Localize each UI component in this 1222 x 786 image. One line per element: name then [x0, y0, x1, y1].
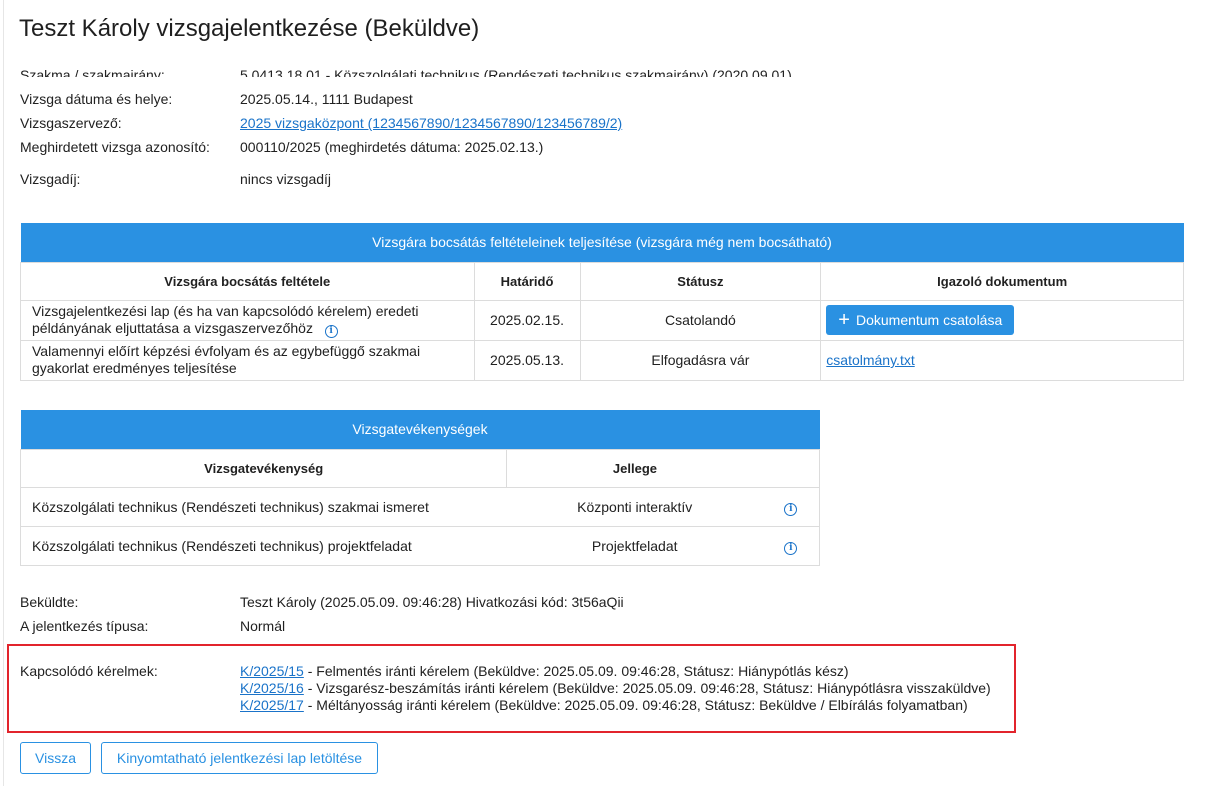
request-text: - Felmentés iránti kérelem (Beküldve: 20…	[303, 663, 849, 679]
plus-icon: +	[838, 309, 850, 331]
column-header: Jellege	[506, 448, 763, 488]
request-line: K/2025/17 - Méltányosság iránti kérelem …	[240, 697, 968, 713]
info-label: Kapcsolódó kérelmek:	[20, 663, 158, 679]
page-title: Teszt Károly vizsgajelentkezése (Beküldv…	[19, 15, 480, 42]
info-label: Szakma / szakmairány:	[20, 67, 165, 77]
activity-name: Közszolgálati technikus (Rendészeti tech…	[19, 525, 507, 566]
column-header-empty	[762, 448, 820, 488]
activities-table-wrap: Vizsgatevékenységek Vizsgatevékenység Je…	[19, 410, 820, 566]
document-cell: csatolmány.txt	[820, 339, 1184, 381]
deadline-cell: 2025.02.15.	[473, 299, 581, 341]
left-border	[3, 0, 4, 786]
conditions-title: Vizsgára bocsátás feltételeinek teljesít…	[20, 223, 1184, 262]
activities-table: Vizsgatevékenységek Vizsgatevékenység Je…	[19, 410, 820, 566]
request-text: - Vizsgarész-beszámítás iránti kérelem (…	[303, 680, 991, 696]
condition-text: gyakorlat eredményes teljesítése	[32, 360, 237, 376]
condition-text: példányának eljuttatása a vizsgaszervező…	[32, 319, 313, 336]
info-label: Meghirdetett vizsga azonosító:	[20, 139, 210, 155]
info-icon[interactable]: i	[324, 324, 338, 338]
info-icon[interactable]: i	[784, 541, 798, 555]
request-link[interactable]: K/2025/15	[240, 663, 304, 679]
status-cell: Elfogadásra vár	[579, 339, 822, 381]
info-label: Vizsgaszervező:	[20, 115, 122, 131]
info-label: Beküldte:	[20, 594, 79, 610]
table-row: Valamennyi előírt képzési évfolyam és az…	[20, 339, 1184, 381]
back-button[interactable]: Vissza	[20, 742, 91, 774]
info-cell: i	[762, 486, 820, 527]
info-label: A jelentkezés típusa:	[20, 618, 149, 634]
info-value: Teszt Károly (2025.05.09. 09:46:28) Hiva…	[240, 594, 624, 610]
condition-cell: Vizsgajelentkezési lap (és ha van kapcso…	[20, 299, 475, 341]
info-icon[interactable]: i	[784, 502, 798, 516]
attach-document-button[interactable]: + Dokumentum csatolása	[826, 305, 1015, 335]
deadline-cell: 2025.05.13.	[473, 339, 581, 381]
info-value: 000110/2025 (meghirdetés dátuma: 2025.02…	[240, 139, 544, 155]
activity-type: Központi interaktív	[506, 486, 763, 527]
column-header: Határidő	[473, 261, 581, 301]
attachment-link[interactable]: csatolmány.txt	[826, 352, 914, 368]
info-value: 5 0413 18 01 - Közszolgálati technikus (…	[240, 67, 792, 77]
info-row-szakma: Szakma / szakmairány: 5 0413 18 01 - Köz…	[20, 67, 1020, 77]
header-mask	[4, 54, 1222, 62]
status-cell: Csatolandó	[579, 299, 822, 341]
activities-title: Vizsgatevékenységek	[20, 410, 820, 449]
column-header: Vizsgára bocsátás feltétele	[20, 261, 475, 301]
request-link[interactable]: K/2025/16	[240, 680, 304, 696]
activity-name: Közszolgálati technikus (Rendészeti tech…	[19, 486, 507, 527]
info-value: Normál	[240, 618, 286, 634]
document-cell: + Dokumentum csatolása	[820, 299, 1184, 341]
info-value: nincs vizsgadíj	[240, 171, 332, 187]
column-header: Igazoló dokumentum	[820, 261, 1184, 301]
condition-text: Valamennyi előírt képzési évfolyam és az…	[32, 343, 421, 359]
request-line: K/2025/15 - Felmentés iránti kérelem (Be…	[240, 663, 849, 679]
condition-cell: Valamennyi előírt képzési évfolyam és az…	[20, 339, 475, 381]
request-text: - Méltányosság iránti kérelem (Beküldve:…	[303, 697, 968, 713]
table-row: Közszolgálati technikus (Rendészeti tech…	[19, 486, 820, 527]
info-value: 2025.05.14., 1111 Budapest	[240, 91, 413, 107]
condition-text-line2: példányának eljuttatása a vizsgaszervező…	[32, 320, 474, 338]
organizer-link[interactable]: 2025 vizsgaközpont (1234567890/123456789…	[240, 115, 622, 131]
column-header: Vizsgatevékenység	[19, 448, 508, 488]
conditions-table: Vizsgára bocsátás feltételeinek teljesít…	[20, 223, 1184, 381]
activity-type: Projektfeladat	[506, 525, 763, 566]
attach-document-label: Dokumentum csatolása	[855, 312, 1003, 328]
request-line: K/2025/16 - Vizsgarész-beszámítás iránti…	[240, 680, 991, 696]
info-label: Vizsga dátuma és helye:	[20, 91, 173, 107]
condition-text: Vizsgajelentkezési lap (és ha van kapcso…	[32, 302, 419, 319]
column-header: Státusz	[579, 261, 822, 301]
download-form-button[interactable]: Kinyomtatható jelentkezési lap letöltése	[101, 742, 378, 774]
conditions-table-wrap: Vizsgára bocsátás feltételeinek teljesít…	[20, 223, 1184, 381]
request-link[interactable]: K/2025/17	[240, 697, 304, 713]
table-row: Vizsgajelentkezési lap (és ha van kapcso…	[20, 299, 1184, 341]
table-row: Közszolgálati technikus (Rendészeti tech…	[19, 525, 820, 566]
info-cell: i	[762, 525, 820, 566]
info-label: Vizsgadíj:	[20, 171, 81, 187]
